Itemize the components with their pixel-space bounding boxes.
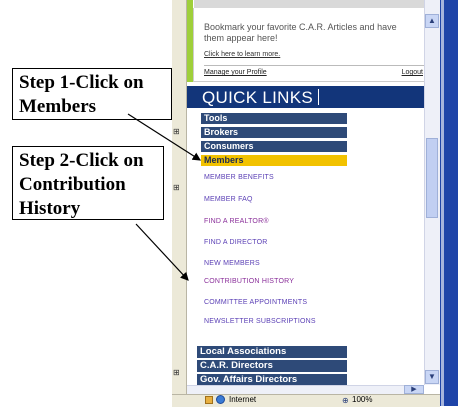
bookmark-divider (204, 65, 424, 66)
link-newsletter-subscriptions[interactable]: NEWSLETTER SUBSCRIPTIONS (204, 318, 316, 325)
bookmark-panel: Bookmark your favorite C.A.R. Articles a… (193, 0, 424, 82)
link-new-members[interactable]: NEW MEMBERS (204, 260, 260, 267)
zoom-icon: ⊕ (342, 396, 349, 405)
web-page: Bookmark your favorite C.A.R. Articles a… (187, 0, 424, 385)
quick-links-title: QUICK LINKS (202, 88, 313, 107)
internet-zone-label: Internet (229, 395, 257, 404)
learn-more-link[interactable]: Click here to learn more. (204, 51, 280, 58)
gutter-expand-icon[interactable]: ⊞ (173, 368, 180, 377)
menu-brokers[interactable]: Brokers (201, 127, 347, 138)
bookmark-panel-top (194, 0, 424, 8)
right-window-highlight (441, 0, 444, 406)
gutter-expand-icon[interactable]: ⊞ (173, 183, 180, 192)
step2-callout: Step 2-Click on Contribution History (12, 146, 164, 220)
manage-profile-link[interactable]: Manage your Profile (204, 69, 267, 76)
step1-line2: Members (19, 96, 97, 117)
text-cursor (318, 89, 319, 105)
step2-line2: Contribution (19, 174, 126, 195)
menu-tools[interactable]: Tools (201, 113, 347, 124)
step1-callout: Step 1-Click on Members (12, 68, 172, 120)
menu-members[interactable]: Members (201, 155, 347, 166)
menu-local-associations[interactable]: Local Associations (197, 346, 347, 358)
link-contribution-history[interactable]: CONTRIBUTION HISTORY (204, 278, 294, 285)
arrow-up-icon[interactable]: ▲ (425, 14, 439, 28)
menu-gov-affairs-directors[interactable]: Gov. Affairs Directors (197, 374, 347, 385)
link-member-faq[interactable]: MEMBER FAQ (204, 196, 253, 203)
link-member-benefits[interactable]: MEMBER BENEFITS (204, 174, 274, 181)
globe-icon (216, 395, 225, 404)
scrollbar-thumb[interactable] (426, 138, 438, 218)
zoom-level[interactable]: 100% (352, 395, 372, 404)
step2-line3: History (19, 198, 81, 219)
menu-consumers[interactable]: Consumers (201, 141, 347, 152)
step2-line1: Step 2-Click on (19, 150, 144, 171)
bookmark-text: Bookmark your favorite C.A.R. Articles a… (204, 22, 397, 43)
logout-link[interactable]: Logout (402, 69, 423, 76)
link-find-a-director[interactable]: FIND A DIRECTOR (204, 239, 268, 246)
link-find-a-realtor[interactable]: FIND A REALTOR® (204, 218, 269, 225)
arrow-right-icon[interactable]: ▶ (404, 385, 424, 394)
link-committee-appointments[interactable]: COMMITTEE APPOINTMENTS (204, 299, 307, 306)
page-icon (205, 396, 213, 404)
step1-line1: Step 1-Click on (19, 72, 144, 93)
arrow-down-icon[interactable]: ▼ (425, 370, 439, 384)
gutter-expand-icon[interactable]: ⊞ (173, 127, 180, 136)
menu-car-directors[interactable]: C.A.R. Directors (197, 360, 347, 372)
browser-left-frame (172, 0, 187, 394)
